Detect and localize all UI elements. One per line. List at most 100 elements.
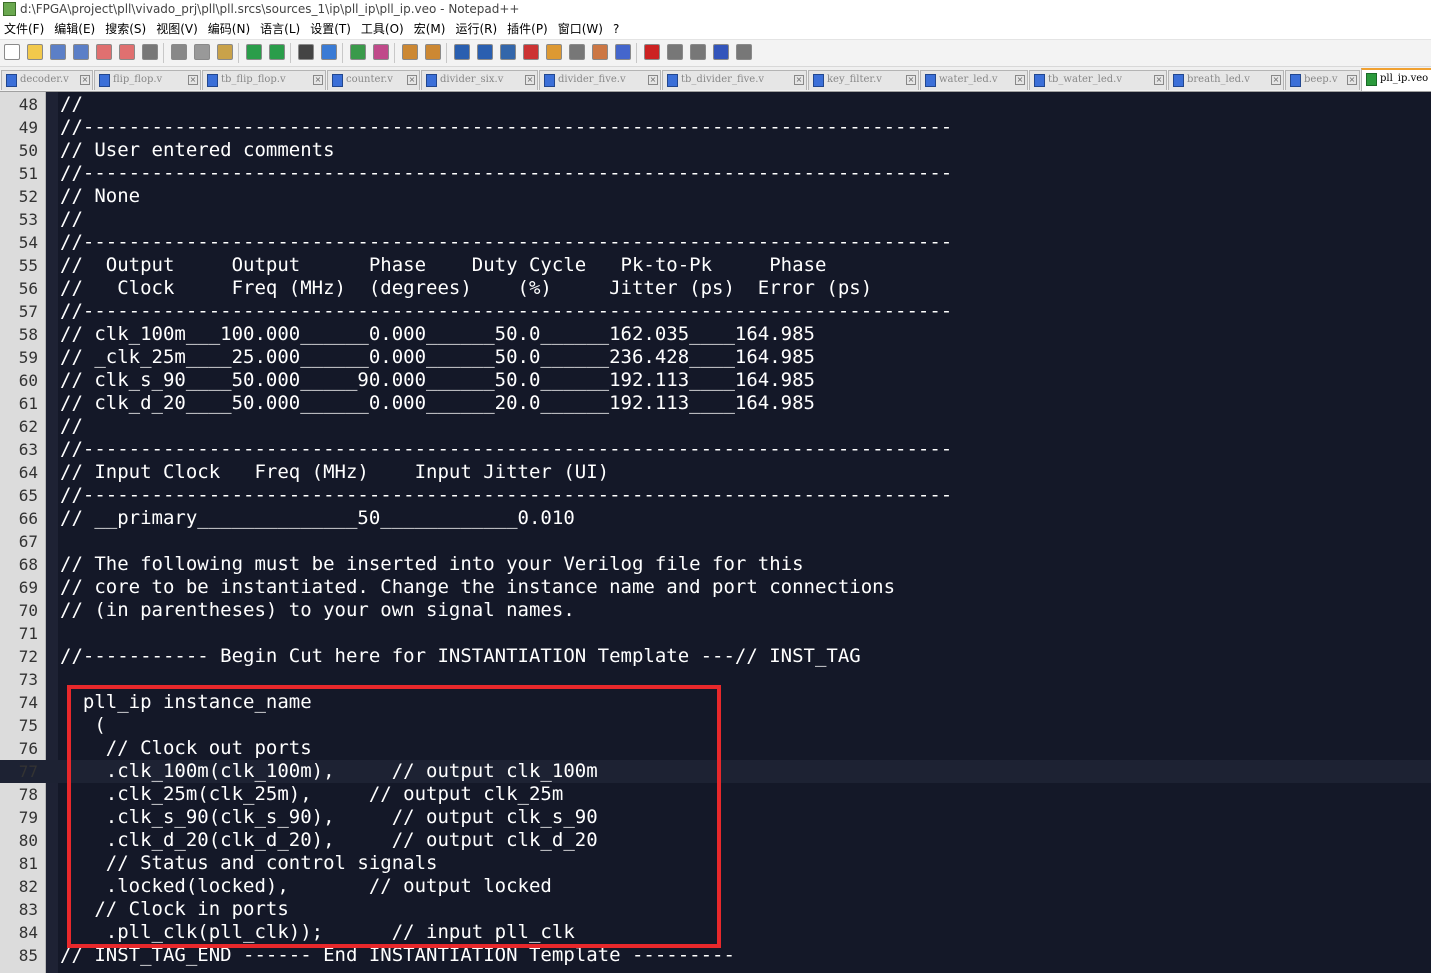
- tab-divider-five-v[interactable]: divider_five.v ×: [539, 70, 661, 90]
- tab-breath-led-v[interactable]: breath_led.v ×: [1168, 70, 1284, 90]
- line-text[interactable]: .clk_s_90(clk_s_90), // output clk_s_90: [60, 806, 598, 829]
- line-text[interactable]: // clk_d_20____50.000______0.000______20…: [60, 392, 815, 415]
- word-wrap-icon[interactable]: [454, 44, 470, 60]
- menu-item-3[interactable]: 视图(V): [152, 19, 204, 39]
- code-line[interactable]: 65 //------------------------------------…: [0, 484, 1431, 507]
- tab-close-icon[interactable]: ×: [80, 75, 90, 85]
- line-text[interactable]: .clk_25m(clk_25m), // output clk_25m: [60, 783, 564, 806]
- line-text[interactable]: //--------------------------------------…: [60, 438, 952, 461]
- line-text[interactable]: // __primary______________50____________…: [60, 507, 575, 530]
- line-text[interactable]: //--------------------------------------…: [60, 484, 952, 507]
- line-text[interactable]: // The following must be inserted into y…: [60, 553, 804, 576]
- code-line[interactable]: 49 //------------------------------------…: [0, 116, 1431, 139]
- line-text[interactable]: // Output Output Phase Duty Cycle Pk-to-…: [60, 254, 826, 277]
- line-text[interactable]: // Input Clock Freq (MHz) Input Jitter (…: [60, 461, 609, 484]
- code-line[interactable]: 61 // clk_d_20____50.000______0.000______…: [0, 392, 1431, 415]
- tab-close-icon[interactable]: ×: [794, 75, 804, 85]
- print-icon[interactable]: [142, 44, 158, 60]
- paste-icon[interactable]: [217, 44, 233, 60]
- menu-item-5[interactable]: 语言(L): [256, 19, 306, 39]
- code-line[interactable]: 59 // _clk_25m____25.000______0.000______…: [0, 346, 1431, 369]
- code-line[interactable]: 60 // clk_s_90____50.000_____90.000______…: [0, 369, 1431, 392]
- copy-icon[interactable]: [194, 44, 210, 60]
- menu-item-7[interactable]: 工具(O): [357, 19, 410, 39]
- line-text[interactable]: // _clk_25m____25.000______0.000______50…: [60, 346, 815, 369]
- code-line[interactable]: 63 //------------------------------------…: [0, 438, 1431, 461]
- code-line[interactable]: 75 (: [0, 714, 1431, 737]
- code-line[interactable]: 77 .clk_100m(clk_100m), // output clk_10…: [0, 760, 1431, 783]
- save-icon[interactable]: [50, 44, 66, 60]
- tab-close-icon[interactable]: ×: [1154, 75, 1164, 85]
- code-line[interactable]: 84 .pll_clk(pll_clk)); // input pll_clk: [0, 921, 1431, 944]
- close-all-icon[interactable]: [119, 44, 135, 60]
- find-icon[interactable]: [298, 44, 314, 60]
- code-line[interactable]: 55 // Output Output Phase Duty Cycle Pk-t…: [0, 254, 1431, 277]
- monitoring-icon[interactable]: [615, 44, 631, 60]
- play-macro-icon[interactable]: [690, 44, 706, 60]
- tab-close-icon[interactable]: ×: [648, 75, 658, 85]
- sync-vertical-icon[interactable]: [402, 44, 418, 60]
- line-text[interactable]: //: [60, 415, 83, 438]
- show-all-chars-icon[interactable]: [477, 44, 493, 60]
- code-line[interactable]: 68 // The following must be inserted into…: [0, 553, 1431, 576]
- document-map-icon[interactable]: [546, 44, 562, 60]
- line-text[interactable]: // Clock out ports: [60, 737, 312, 760]
- undo-icon[interactable]: [246, 44, 262, 60]
- code-line[interactable]: 50 // User entered comments: [0, 139, 1431, 162]
- save-macro-icon[interactable]: [736, 44, 752, 60]
- tab-tb-divider-five-v[interactable]: tb_divider_five.v ×: [662, 70, 807, 90]
- zoom-out-icon[interactable]: [373, 44, 389, 60]
- tab-close-icon[interactable]: ×: [188, 75, 198, 85]
- code-line[interactable]: 64 // Input Clock Freq (MHz) Input Jitter…: [0, 461, 1431, 484]
- code-line[interactable]: 76 // Clock out ports: [0, 737, 1431, 760]
- line-text[interactable]: pll_ip instance_name: [60, 691, 312, 714]
- tab-tb-water-led-v[interactable]: tb_water_led.v ×: [1029, 70, 1167, 90]
- code-line[interactable]: 54 //------------------------------------…: [0, 231, 1431, 254]
- menu-item-12[interactable]: ?: [609, 19, 625, 39]
- line-text[interactable]: // None: [60, 185, 140, 208]
- tab-flip-flop-v[interactable]: flip_flop.v ×: [94, 70, 201, 90]
- code-line[interactable]: 56 // Clock Freq (MHz) (degrees) (%) Jitt…: [0, 277, 1431, 300]
- tab-close-icon[interactable]: ×: [1015, 75, 1025, 85]
- line-text[interactable]: .pll_clk(pll_clk)); // input pll_clk: [60, 921, 575, 944]
- code-line[interactable]: 79 .clk_s_90(clk_s_90), // output clk_s_…: [0, 806, 1431, 829]
- tab-close-icon[interactable]: ×: [407, 75, 417, 85]
- menu-item-10[interactable]: 插件(P): [503, 19, 554, 39]
- tab-close-icon[interactable]: ×: [313, 75, 323, 85]
- code-line[interactable]: 82 .locked(locked), // output locked: [0, 875, 1431, 898]
- line-text[interactable]: // core to be instantiated. Change the i…: [60, 576, 895, 599]
- code-line[interactable]: 69 // core to be instantiated. Change the…: [0, 576, 1431, 599]
- line-text[interactable]: .locked(locked), // output locked: [60, 875, 552, 898]
- save-all-icon[interactable]: [73, 44, 89, 60]
- code-line[interactable]: 62 //: [0, 415, 1431, 438]
- code-line[interactable]: 85 // INST_TAG_END ------ End INSTANTIATI…: [0, 944, 1431, 967]
- open-file-icon[interactable]: [27, 44, 43, 60]
- stop-record-icon[interactable]: [667, 44, 683, 60]
- line-text[interactable]: .clk_d_20(clk_d_20), // output clk_d_20: [60, 829, 598, 852]
- code-line[interactable]: 66 // __primary______________50__________…: [0, 507, 1431, 530]
- tab-counter-v[interactable]: counter.v ×: [327, 70, 420, 90]
- code-line[interactable]: 73: [0, 668, 1431, 691]
- code-line[interactable]: 57 //------------------------------------…: [0, 300, 1431, 323]
- code-line[interactable]: 74 pll_ip instance_name: [0, 691, 1431, 714]
- user-defined-lang-icon[interactable]: [523, 44, 539, 60]
- code-line[interactable]: 53 //: [0, 208, 1431, 231]
- code-line[interactable]: 81 // Status and control signals: [0, 852, 1431, 875]
- tab-beep-v[interactable]: beep.v ×: [1285, 70, 1360, 90]
- line-text[interactable]: //--------------------------------------…: [60, 162, 952, 185]
- tab-close-icon[interactable]: ×: [525, 75, 535, 85]
- menu-item-6[interactable]: 设置(T): [306, 19, 357, 39]
- tab-key-filter-v[interactable]: key_filter.v ×: [808, 70, 919, 90]
- run-macro-multiple-icon[interactable]: [713, 44, 729, 60]
- line-text[interactable]: //--------------------------------------…: [60, 116, 952, 139]
- code-line[interactable]: 83 // Clock in ports: [0, 898, 1431, 921]
- line-text[interactable]: //: [60, 93, 83, 116]
- tab-divider-six-v[interactable]: divider_six.v ×: [421, 70, 538, 90]
- tab-close-icon[interactable]: ×: [906, 75, 916, 85]
- tab-close-icon[interactable]: ×: [1347, 75, 1357, 85]
- line-text[interactable]: .clk_100m(clk_100m), // output clk_100m: [60, 760, 598, 783]
- record-macro-icon[interactable]: [644, 44, 660, 60]
- indent-guide-icon[interactable]: [500, 44, 516, 60]
- code-editor[interactable]: 48 // 49 //--------------------------------…: [0, 92, 1431, 973]
- code-line[interactable]: 70 // (in parentheses) to your own signal…: [0, 599, 1431, 622]
